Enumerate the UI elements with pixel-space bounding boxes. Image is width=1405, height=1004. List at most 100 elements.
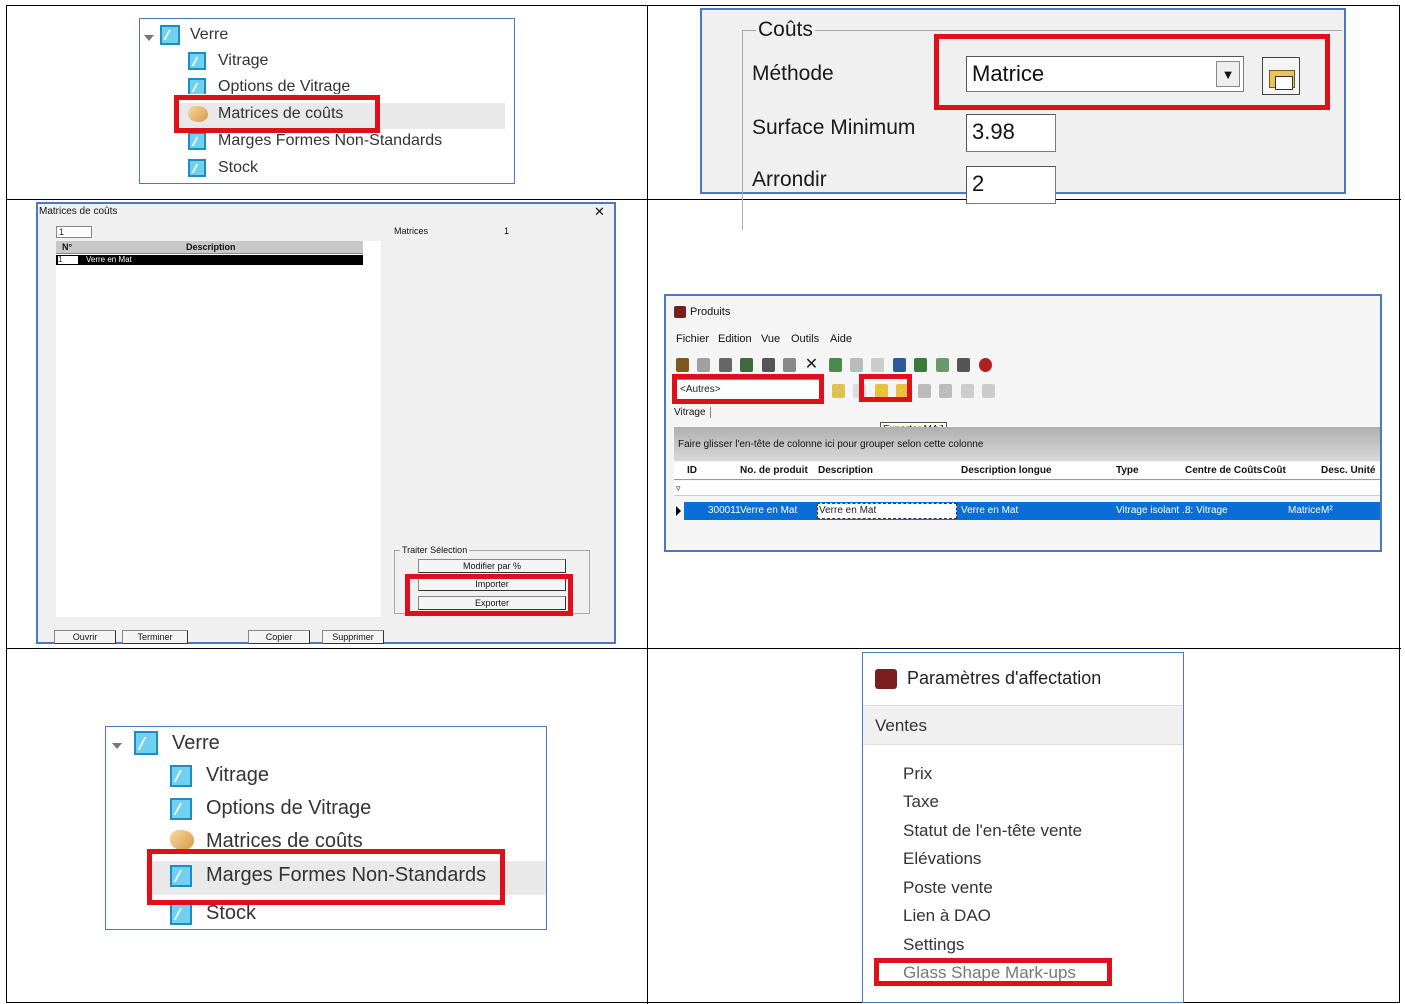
expand-arrow-icon[interactable] [112, 743, 122, 749]
expand-arrow-icon[interactable] [144, 35, 154, 41]
col-description-longue[interactable]: Description longue [961, 465, 1052, 476]
arrow-down-icon[interactable] [939, 383, 953, 398]
highlight-matrices-couts [174, 95, 380, 133]
filter-row[interactable]: ▿ [674, 481, 1380, 496]
menu-fichier[interactable]: Fichier [676, 333, 709, 345]
open-button[interactable]: Ouvrir [54, 630, 116, 644]
tree-item-marges-formes[interactable]: Marges Formes Non-Standards [188, 132, 442, 150]
products-window: Produits Fichier Edition Vue Outils Aide… [664, 294, 1382, 552]
tab-vitrage[interactable]: Vitrage [674, 407, 711, 418]
tree-item-vitrage[interactable]: Vitrage [188, 52, 268, 70]
cell-description-edit[interactable]: Verre en Mat [817, 503, 957, 519]
glass-icon [170, 797, 192, 820]
export-excel-icon[interactable] [935, 357, 949, 372]
col-centre-couts[interactable]: Centre de Coûts [1185, 465, 1262, 476]
modify-percent-button[interactable]: Modifier par % [418, 559, 566, 573]
delete-button[interactable]: Supprimer [322, 630, 384, 644]
group-hint: Faire glisser l'en-tête de colonne ici p… [678, 439, 984, 450]
filter-icon-row[interactable]: ▿ [676, 483, 681, 494]
refresh-icon[interactable] [828, 357, 842, 372]
menu-vue[interactable]: Vue [761, 333, 780, 345]
col-cout[interactable]: Coût [1263, 465, 1286, 476]
menu-item-taxe[interactable]: Taxe [903, 792, 939, 812]
tree-item-verre[interactable]: Verre [134, 731, 220, 755]
cell-unite: M² [1321, 505, 1333, 516]
toolbar-2 [832, 382, 999, 400]
folder-icon[interactable] [832, 383, 845, 398]
save-icon[interactable] [761, 357, 775, 372]
toolbar: ✕ [676, 356, 996, 374]
sort-icon[interactable] [850, 357, 864, 372]
cell-description-longue: Verre en Mat [961, 505, 1019, 516]
tree-item-options-vitrage[interactable]: Options de Vitrage [170, 797, 371, 820]
copy-icon[interactable] [783, 357, 797, 372]
glass-icon [188, 52, 206, 70]
import-icon[interactable] [740, 357, 754, 372]
table-row[interactable]: 300011 Verre en Mat Verre en Mat Verre e… [684, 502, 1380, 520]
grid-header: ID No. de produit Description Descriptio… [674, 462, 1380, 480]
menu-item-settings[interactable]: Settings [903, 935, 964, 955]
menu-item-elevations[interactable]: Elévations [903, 849, 981, 869]
finish-button[interactable]: Terminer [122, 630, 188, 644]
cell-type: Vitrage isolant ... [1116, 505, 1191, 516]
tree-item-options-vitrage[interactable]: Options de Vitrage [188, 78, 350, 94]
properties-icon[interactable] [957, 357, 971, 372]
matrix-search-input[interactable]: 1 [56, 226, 92, 238]
tree-item-stock[interactable]: Stock [188, 159, 258, 177]
tree-item-stock[interactable]: Stock [170, 905, 256, 925]
menu-aide[interactable]: Aide [830, 333, 852, 345]
copy-button[interactable]: Copier [248, 630, 310, 644]
group-panel[interactable]: Faire glisser l'en-tête de colonne ici p… [674, 427, 1380, 461]
arrow-left-icon[interactable] [960, 383, 974, 398]
min-surface-input[interactable]: 3.98 [966, 114, 1056, 152]
col-description[interactable]: Description [818, 465, 873, 476]
preview-icon[interactable] [697, 357, 711, 372]
section-ventes[interactable]: Ventes [863, 705, 1183, 745]
header-no[interactable]: N° [62, 242, 72, 252]
panel-title: Paramètres d'affectation [907, 668, 1102, 688]
filter-icon[interactable] [871, 357, 885, 372]
cell-centre: 8: Vitrage [1185, 505, 1228, 516]
tree-item-label: Vitrage [218, 52, 269, 69]
matrices-count: 1 [504, 226, 510, 236]
menu-edition[interactable]: Edition [718, 333, 752, 345]
row-no: 1 [58, 256, 78, 264]
delete-icon[interactable]: ✕ [805, 356, 818, 372]
grid-divider-vertical [647, 6, 648, 1004]
round-input[interactable]: 2 [966, 166, 1056, 204]
method-label: Méthode [752, 62, 834, 85]
highlight-glass-shape [874, 958, 1112, 986]
menu-item-statut[interactable]: Statut de l'en-tête vente [903, 821, 1082, 841]
col-id[interactable]: ID [687, 465, 697, 476]
glass-folder-icon [134, 731, 158, 755]
menu-item-lien-dao[interactable]: Lien à DAO [903, 906, 991, 926]
col-type[interactable]: Type [1116, 465, 1139, 476]
table-row[interactable]: 1 Verre en Mat [56, 255, 363, 265]
col-no-produit[interactable]: No. de produit [740, 465, 808, 476]
glass-icon [188, 132, 206, 150]
section-label: Ventes [875, 716, 927, 735]
menu-item-prix[interactable]: Prix [903, 764, 932, 784]
app-logo-icon [875, 669, 897, 689]
help-icon[interactable] [978, 357, 992, 372]
close-icon[interactable]: ✕ [594, 204, 605, 220]
tree-item-label: Options de Vitrage [206, 797, 372, 819]
new-icon[interactable] [676, 357, 689, 372]
glass-icon [170, 764, 192, 787]
print-icon[interactable] [718, 357, 732, 372]
excel-icon[interactable] [914, 357, 928, 372]
tree-item-verre[interactable]: Verre [160, 25, 228, 45]
grid-icon[interactable] [892, 357, 906, 372]
header-description[interactable]: Description [186, 242, 236, 252]
tree-item-vitrage[interactable]: Vitrage [170, 764, 269, 787]
menu-outils[interactable]: Outils [791, 333, 819, 345]
cell-no-produit: 300011 [708, 505, 741, 516]
col-desc-unite[interactable]: Desc. Unité [1321, 465, 1375, 476]
arrow-right-icon[interactable] [982, 383, 996, 398]
tree-item-label: Stock [206, 905, 257, 924]
coins-icon [170, 830, 194, 850]
menu-item-poste-vente[interactable]: Poste vente [903, 878, 993, 898]
arrow-up-icon[interactable] [917, 383, 931, 398]
grid-divider-2 [7, 648, 1401, 649]
glass-folder-icon [160, 25, 180, 45]
